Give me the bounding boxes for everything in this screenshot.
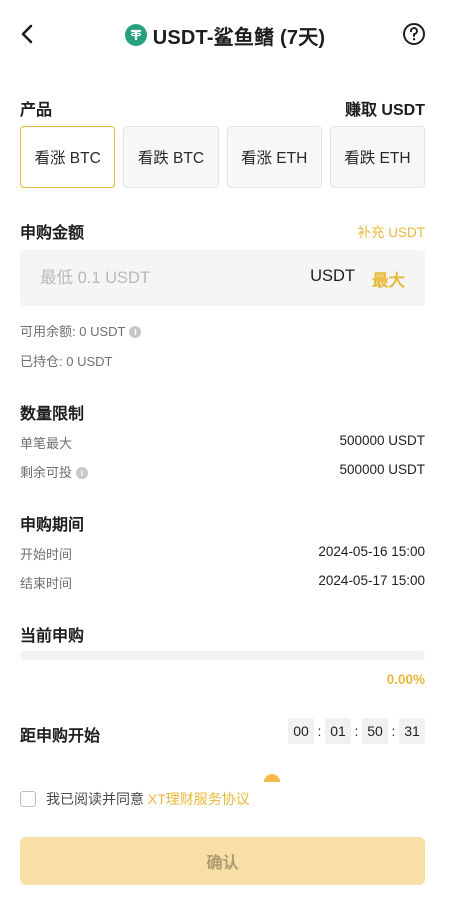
header-title-group: USDT-鲨鱼鳍 (7天) <box>0 20 450 50</box>
decorative-dot <box>264 774 280 782</box>
agreement-text: 我已阅读并同意 XT理财服务协议 <box>46 789 250 809</box>
product-options: 看涨 BTC 看跌 BTC 看涨 ETH 看跌 ETH <box>20 126 425 188</box>
countdown-separator: : <box>354 723 359 739</box>
agreement-checkbox[interactable] <box>20 791 36 807</box>
end-time-label: 结束时间 <box>20 576 73 591</box>
remaining-value: 500000 USDT <box>339 462 425 477</box>
countdown-hours: 01 <box>325 718 351 744</box>
available-balance: 可用余额: 0 USDT i <box>20 321 142 340</box>
help-button[interactable] <box>402 22 426 46</box>
countdown-seconds: 31 <box>399 718 425 744</box>
amount-input[interactable] <box>20 250 290 306</box>
held-position: 已持仓: 0 USDT <box>20 354 113 369</box>
page-title: USDT-鲨鱼鳍 (7天) <box>152 26 326 49</box>
single-max-value: 500000 USDT <box>339 433 425 448</box>
period-label: 申购期间 <box>20 517 85 534</box>
countdown-timer: 00 : 01 : 50 : 31 <box>288 718 425 744</box>
single-max-label: 单笔最大 <box>20 436 73 451</box>
usdt-icon <box>124 24 147 46</box>
countdown-label: 距申购开始 <box>20 728 101 745</box>
info-icon[interactable]: i <box>129 326 142 338</box>
start-time-value: 2024-05-16 15:00 <box>318 544 425 559</box>
start-time-label: 开始时间 <box>20 547 73 562</box>
topup-link[interactable]: 补充 USDT <box>358 221 426 241</box>
countdown-separator: : <box>317 723 322 739</box>
amount-unit: USDT <box>310 267 355 285</box>
limits-label: 数量限制 <box>20 406 85 423</box>
subscription-progress-bar <box>20 651 425 660</box>
product-option-call-eth[interactable]: 看涨 ETH <box>226 126 322 188</box>
earn-currency: 赚取 USDT <box>344 102 425 119</box>
amount-field: USDT 最大 <box>20 250 425 306</box>
countdown-minutes: 50 <box>362 718 388 744</box>
agreement-link[interactable]: XT理财服务协议 <box>148 791 250 807</box>
current-label: 当前申购 <box>20 628 85 645</box>
remaining-label: 剩余可投 <box>20 465 73 480</box>
agreement-row: 我已阅读并同意 XT理财服务协议 <box>20 789 250 809</box>
product-label: 产品 <box>20 102 53 119</box>
max-button[interactable]: 最大 <box>372 267 405 291</box>
product-option-put-eth[interactable]: 看跌 ETH <box>329 126 425 188</box>
agreement-prefix: 我已阅读并同意 <box>46 791 144 807</box>
end-time-value: 2024-05-17 15:00 <box>318 573 425 588</box>
countdown-days: 00 <box>288 718 314 744</box>
available-balance-label: 可用余额: 0 USDT <box>20 324 126 339</box>
progress-percent: 0.00% <box>386 672 425 687</box>
remaining-label-row: 剩余可投 i <box>20 462 89 481</box>
product-option-call-btc[interactable]: 看涨 BTC <box>20 126 116 188</box>
countdown-separator: : <box>391 723 396 739</box>
question-circle-icon <box>403 23 425 45</box>
product-option-put-btc[interactable]: 看跌 BTC <box>123 126 219 188</box>
amount-label: 申购金额 <box>20 225 85 242</box>
info-icon[interactable]: i <box>76 467 89 479</box>
confirm-button[interactable]: 确认 <box>20 837 425 885</box>
